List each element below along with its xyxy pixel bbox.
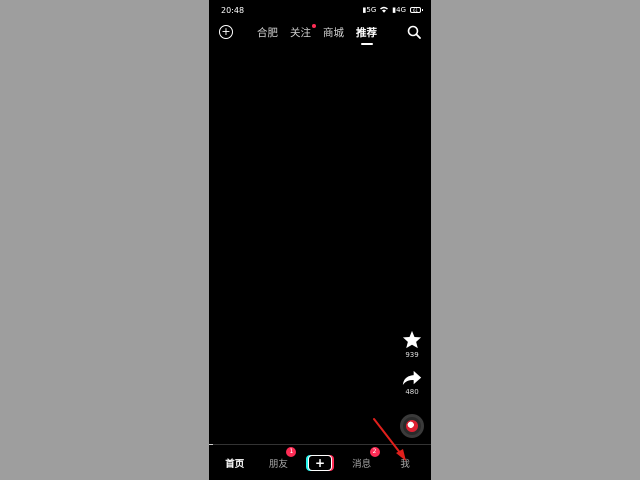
- annotation-arrow-icon: [373, 418, 406, 461]
- signal-icon-2: ▮4G: [392, 5, 406, 14]
- signal-icon: ▮5G: [362, 5, 377, 14]
- add-circle-icon[interactable]: +: [219, 25, 233, 39]
- notification-dot: [312, 23, 316, 28]
- create-button[interactable]: +: [307, 454, 332, 471]
- share-icon: [402, 370, 422, 386]
- battery-level: 61: [412, 7, 419, 13]
- tab-following-label: 关注: [290, 26, 311, 39]
- tab-mall[interactable]: 商城: [323, 25, 344, 40]
- top-nav: + 合肥 关注 商城 推荐: [209, 20, 431, 44]
- share-count: 480: [405, 388, 419, 396]
- top-tabs: 合肥 关注 商城 推荐: [257, 20, 377, 44]
- nav-home[interactable]: 首页: [221, 456, 249, 470]
- nav-friends[interactable]: 朋友 1: [264, 446, 297, 470]
- plus-icon: +: [308, 455, 331, 470]
- status-time: 20:48: [221, 5, 245, 15]
- battery-icon: 61: [410, 7, 423, 13]
- nav-friends-label: 朋友: [268, 458, 288, 470]
- tab-hefei[interactable]: 合肥: [257, 25, 278, 40]
- friends-badge: 1: [286, 446, 297, 457]
- favorite-action[interactable]: 939: [401, 330, 423, 359]
- phone-screen: 20:48 ▮5G ▮4G 61 + 合肥 关注 商城 推荐 939 480 首…: [209, 0, 431, 480]
- nav-messages-label: 消息: [352, 458, 372, 470]
- star-icon: [402, 330, 422, 349]
- signal-label-2: 4G: [396, 5, 406, 14]
- favorite-count: 939: [405, 351, 419, 359]
- status-icons: ▮5G ▮4G 61: [362, 5, 423, 15]
- search-icon[interactable]: [407, 25, 421, 39]
- status-bar: 20:48 ▮5G ▮4G 61: [209, 0, 431, 20]
- tab-following[interactable]: 关注: [290, 23, 316, 40]
- wifi-icon: [380, 6, 389, 15]
- signal-label: 5G: [366, 5, 377, 14]
- share-action[interactable]: 480: [401, 370, 423, 396]
- tab-recommend[interactable]: 推荐: [356, 25, 377, 40]
